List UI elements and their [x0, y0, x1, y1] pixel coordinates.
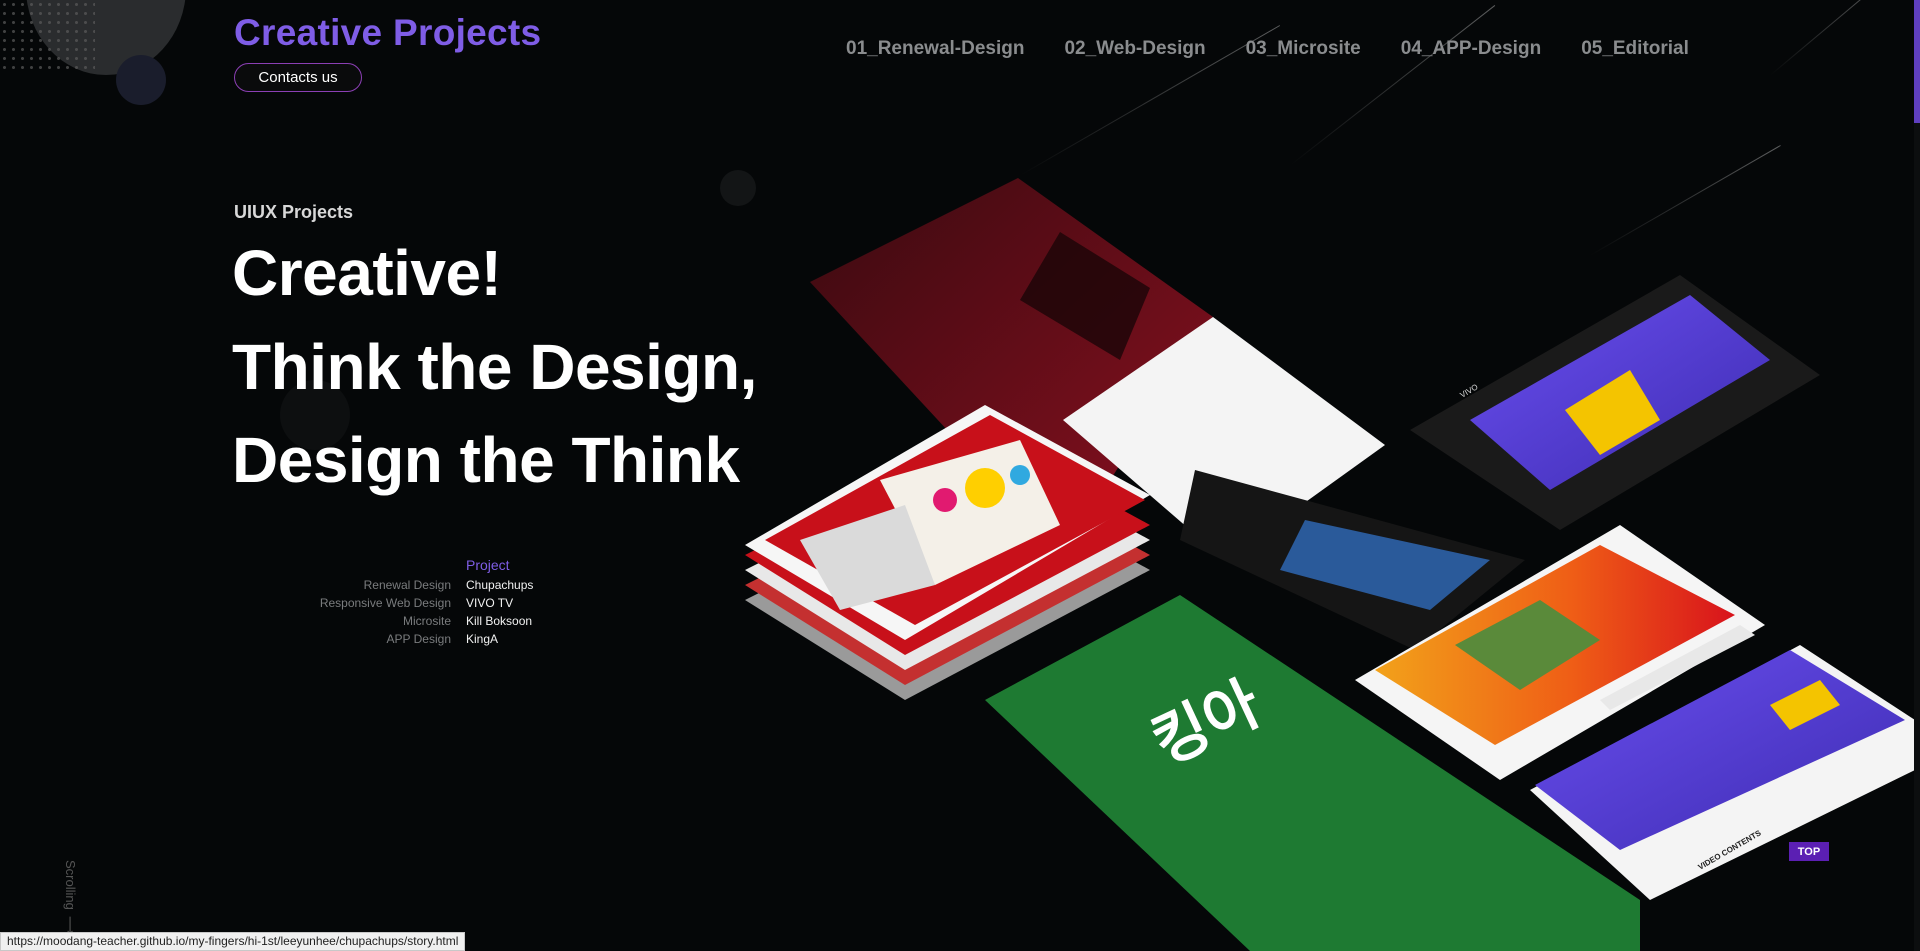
contact-us-button[interactable]: Contacts us: [234, 63, 362, 92]
project-category: Renewal Design: [363, 578, 451, 592]
page-scrollbar[interactable]: [1914, 0, 1920, 951]
hero-line-3: Design the Think: [232, 424, 740, 496]
hero-line-1: Creative!: [232, 237, 502, 309]
decor-dot-grid: [0, 0, 95, 75]
project-name[interactable]: KingA: [466, 632, 498, 646]
nav-editorial[interactable]: 05_Editorial: [1581, 38, 1689, 60]
nav-microsite[interactable]: 03_Microsite: [1246, 38, 1361, 60]
mockup-vivo-tv[interactable]: VIVO: [1410, 275, 1820, 530]
decor-streak: [1589, 145, 1781, 256]
hero-eyebrow: UIUX Projects: [234, 202, 354, 222]
scrolling-indicator: Scrolling⟶: [62, 860, 78, 935]
scrollbar-thumb[interactable]: [1914, 0, 1920, 123]
decor-bubble: [720, 170, 756, 206]
project-category: Microsite: [402, 614, 451, 628]
nav-web-design[interactable]: 02_Web-Design: [1064, 38, 1205, 60]
project-category: APP Design: [386, 632, 451, 646]
decor-streak: [1289, 5, 1496, 166]
project-list-heading: Project: [466, 557, 510, 573]
decor-streak: [1769, 0, 1886, 76]
main-nav: 01_Renewal-Design 02_Web-Design 03_Micro…: [846, 38, 1689, 60]
nav-renewal-design[interactable]: 01_Renewal-Design: [846, 38, 1024, 60]
decor-circle-small: [116, 55, 166, 105]
scrolling-label: Scrolling: [63, 860, 78, 910]
project-category: Responsive Web Design: [319, 596, 451, 610]
back-to-top-button[interactable]: TOP: [1789, 842, 1829, 861]
project-name[interactable]: VIVO TV: [466, 596, 513, 610]
project-name[interactable]: Chupachups: [466, 578, 533, 592]
project-name[interactable]: Kill Boksoon: [466, 614, 532, 628]
status-bar-url: https://moodang-teacher.github.io/my-fin…: [0, 932, 466, 951]
nav-app-design[interactable]: 04_APP-Design: [1401, 38, 1541, 60]
hero-line-2: Think the Design,: [232, 331, 757, 403]
brand-title[interactable]: Creative Projects: [234, 12, 541, 54]
